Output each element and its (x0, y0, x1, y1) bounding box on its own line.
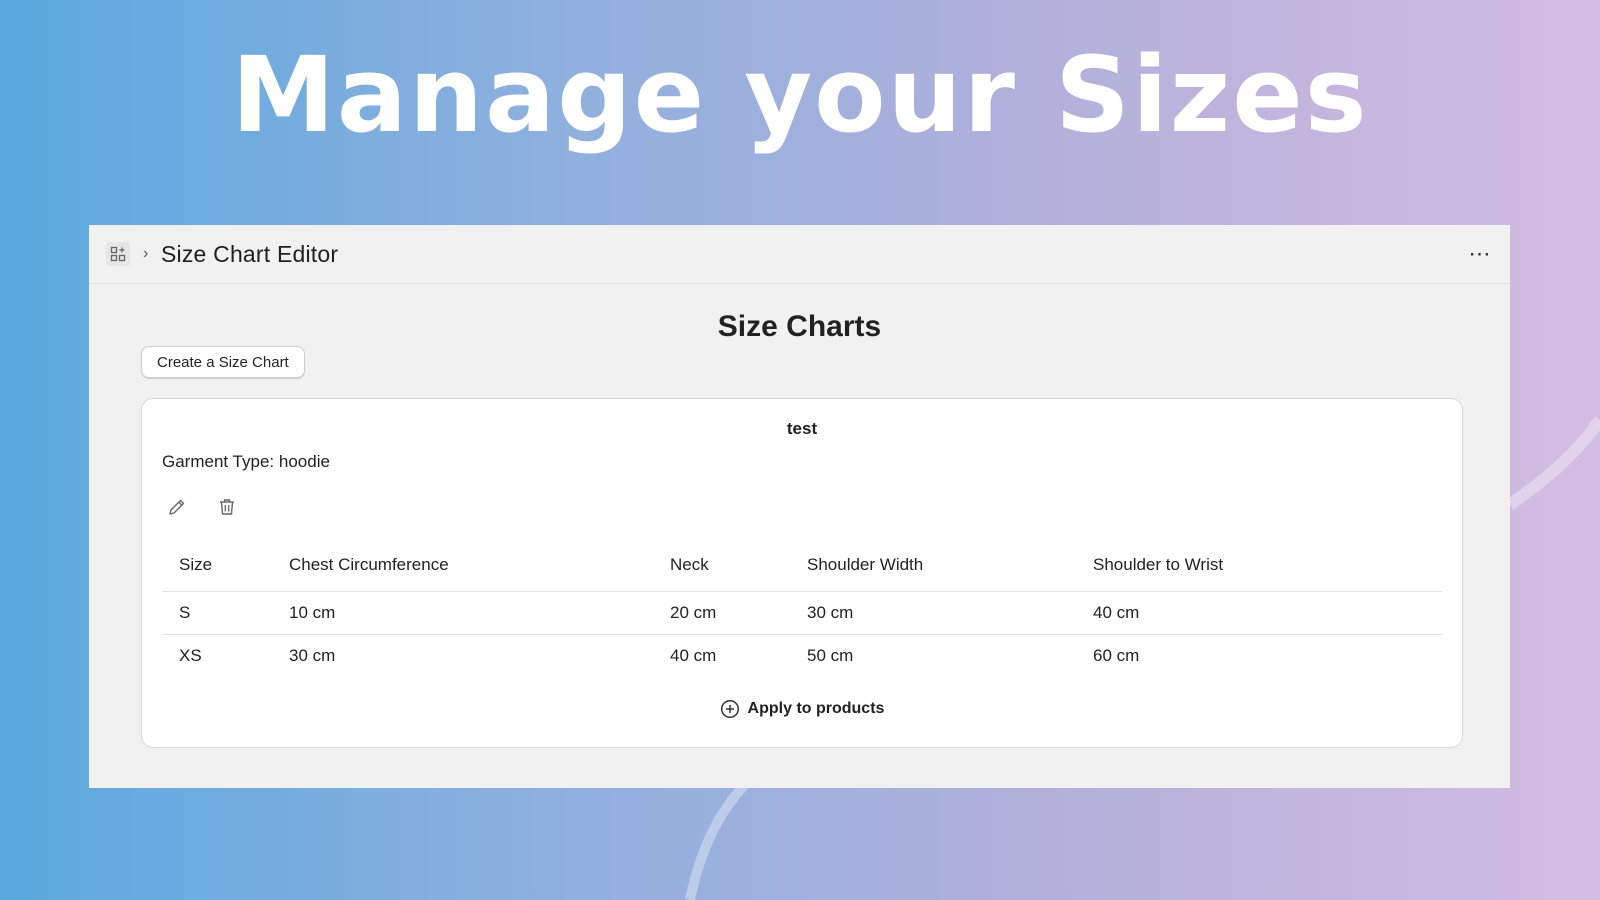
column-header-shoulder-width: Shoulder Width (790, 539, 1076, 592)
table-row: XS 30 cm 40 cm 50 cm 60 cm (162, 634, 1442, 677)
delete-button[interactable] (212, 492, 242, 522)
size-chart-card: test Garment Type: hoodie Size Chest Cir… (141, 398, 1463, 748)
apply-to-products-button[interactable]: Apply to products (720, 699, 885, 719)
column-header-size: Size (162, 539, 272, 592)
title-bar: › Size Chart Editor ⋯ (89, 225, 1510, 284)
garment-type-label: Garment Type: (162, 452, 275, 471)
table-cell: S (162, 591, 272, 635)
page-heading: Size Charts (717, 310, 882, 343)
hero-title: Manage your Sizes (231, 34, 1369, 156)
app-title: Size Chart Editor (161, 241, 339, 267)
chart-name: test (786, 419, 818, 438)
table-cell: 60 cm (1093, 645, 1140, 665)
column-header-shoulder-to-wrist: Shoulder to Wrist (1076, 539, 1442, 592)
table-cell: 30 cm (289, 645, 336, 665)
table-cell: 40 cm (1076, 591, 1442, 635)
garment-type: Garment Type: hoodie (162, 452, 330, 472)
garment-type-value: hoodie (278, 452, 330, 471)
table-cell: 10 cm (272, 591, 653, 635)
apply-to-products-label: Apply to products (747, 700, 885, 717)
app-window: › Size Chart Editor ⋯ Size Charts Create… (89, 225, 1510, 788)
table-cell: 40 cm (670, 645, 717, 665)
table-header-row: Size Chest Circumference Neck Shoulder W… (162, 539, 1442, 592)
apply-to-products-row: Apply to products (142, 699, 1462, 719)
edit-button[interactable] (162, 492, 192, 522)
table-cell: XS (179, 645, 202, 665)
more-horizontal-icon: ⋯ (1468, 241, 1492, 266)
column-header-neck: Neck (653, 539, 790, 592)
pencil-icon (169, 499, 185, 515)
table-cell: 50 cm (807, 645, 854, 665)
table-cell: 30 cm (790, 591, 1076, 635)
more-options-button[interactable]: ⋯ (1464, 239, 1496, 269)
apps-icon[interactable] (106, 242, 130, 266)
plus-circle-icon (720, 699, 739, 719)
size-table: Size Chest Circumference Neck Shoulder W… (162, 539, 1442, 677)
table-cell: 20 cm (653, 591, 790, 635)
column-header-chest: Chest Circumference (272, 539, 653, 592)
trash-icon (220, 499, 234, 515)
chevron-right-icon: › (143, 245, 149, 262)
table-row: S 10 cm 20 cm 30 cm 40 cm (162, 591, 1442, 635)
create-size-chart-button[interactable]: Create a Size Chart (141, 346, 305, 378)
